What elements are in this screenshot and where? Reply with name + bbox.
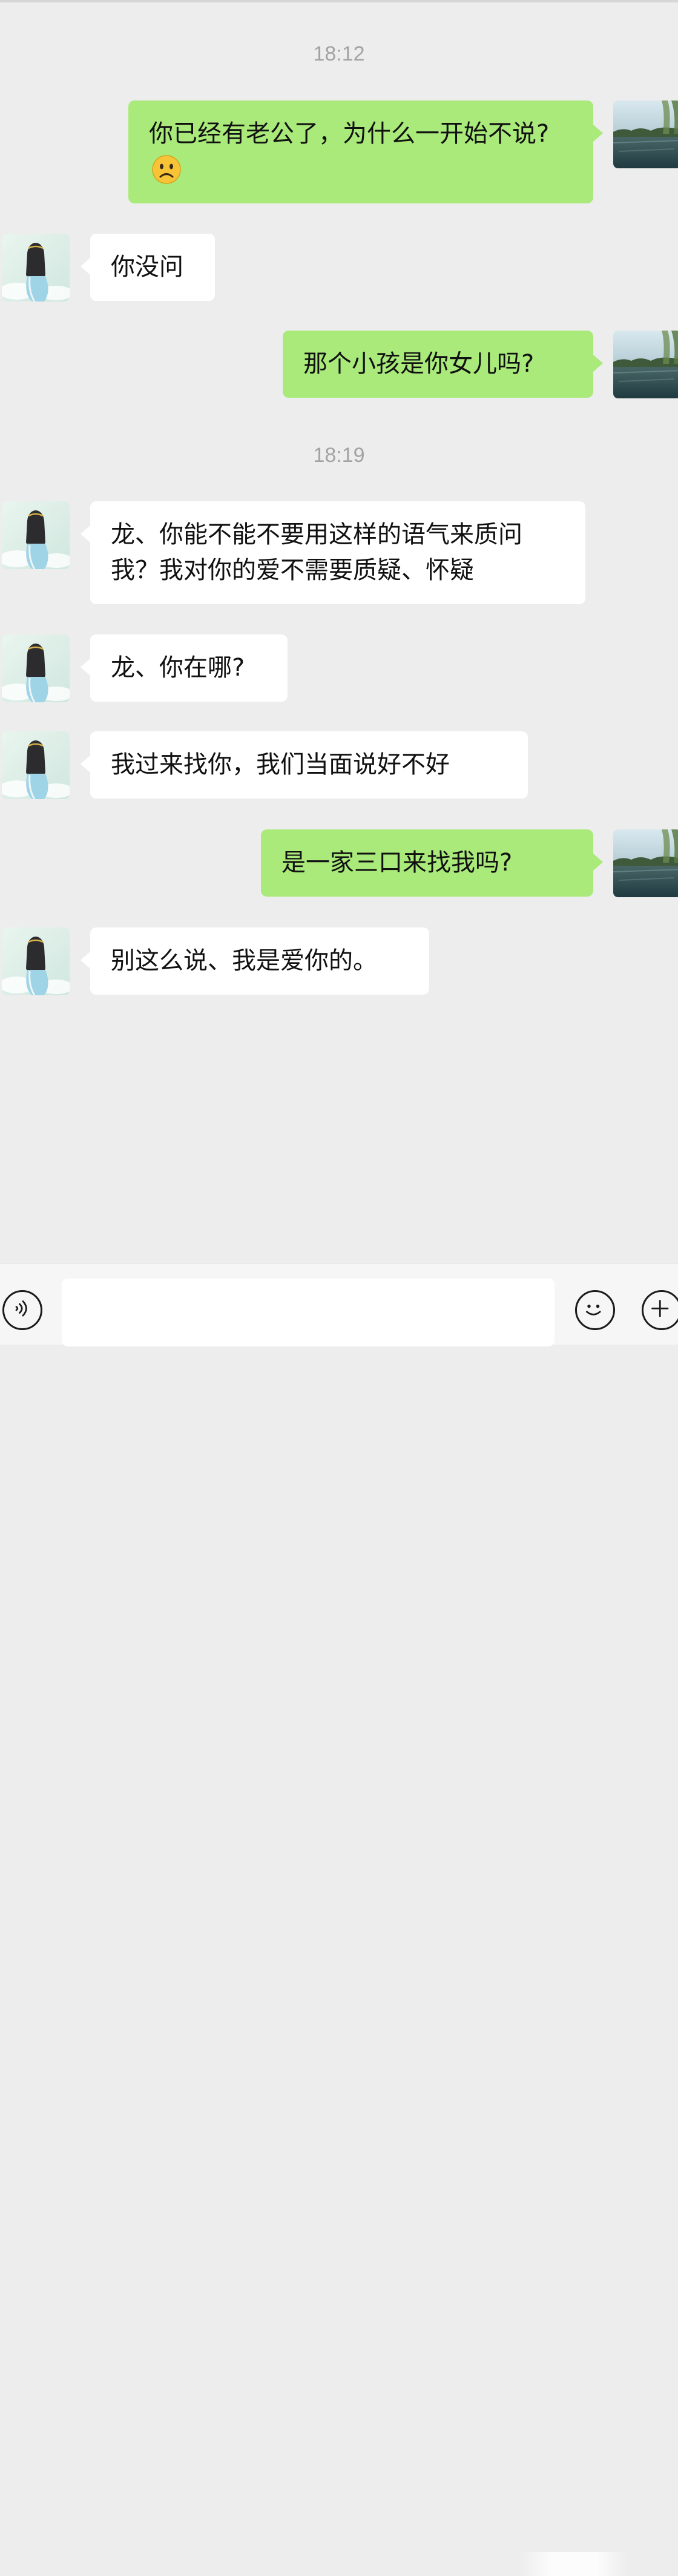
more-options-button[interactable]: [642, 1290, 678, 1330]
my-avatar[interactable]: [613, 100, 678, 168]
plus-icon: [651, 1300, 669, 1317]
contact-avatar[interactable]: [2, 234, 70, 301]
message-bubble-incoming[interactable]: 我过来找你，我们当面说好不好: [81, 731, 528, 799]
my-avatar[interactable]: [613, 331, 678, 398]
contact-avatar[interactable]: [2, 731, 70, 799]
contact-avatar[interactable]: [2, 634, 70, 702]
message-text: 我过来找你，我们当面说好不好: [111, 751, 450, 779]
message-bubble-outgoing[interactable]: 是一家三口来找我吗?: [261, 829, 603, 897]
contact-avatar[interactable]: [2, 927, 70, 995]
emoji-icon: [586, 1304, 601, 1316]
message-text: 你已经有老公了，为什么一开始不说?: [149, 120, 550, 148]
chat-input-bar: [0, 1263, 678, 2576]
timestamp: 18:12: [313, 42, 365, 65]
message-bubble-outgoing[interactable]: 那个小孩是你女儿吗?: [283, 331, 603, 398]
timestamp: 18:19: [313, 444, 365, 467]
message-text: 龙、你在哪?: [111, 654, 245, 682]
voice-icon: [15, 1300, 27, 1317]
message-bubble-incoming[interactable]: 别这么说、我是爱你的。: [81, 927, 429, 995]
message-text: 那个小孩是你女儿吗?: [303, 350, 535, 378]
message-text: 别这么说、我是爱你的。: [111, 947, 377, 975]
message-bubble-incoming[interactable]: 龙、你能不能不要用这样的语气来质问我？我对你的爱不需要质疑、怀疑: [81, 501, 585, 604]
message-input[interactable]: [62, 1279, 555, 1346]
message-text: 是一家三口来找我吗?: [281, 849, 513, 877]
top-divider: [0, 0, 678, 2]
voice-input-button[interactable]: [2, 1290, 42, 1330]
contact-avatar[interactable]: [2, 501, 70, 569]
message-bubble-incoming[interactable]: 你没问: [81, 234, 215, 301]
frowning-face-emoji-icon: [152, 155, 181, 184]
watermark: [519, 2552, 628, 2576]
message-bubble-outgoing[interactable]: 你已经有老公了，为什么一开始不说?: [128, 100, 603, 203]
message-text: 龙、你能不能不要用这样的语气来质问我？我对你的爱不需要质疑、怀疑: [111, 521, 522, 584]
emoji-button[interactable]: [575, 1290, 615, 1330]
message-text: 你没问: [111, 253, 183, 281]
message-bubble-incoming[interactable]: 龙、你在哪?: [81, 634, 288, 702]
my-avatar[interactable]: [613, 829, 678, 897]
